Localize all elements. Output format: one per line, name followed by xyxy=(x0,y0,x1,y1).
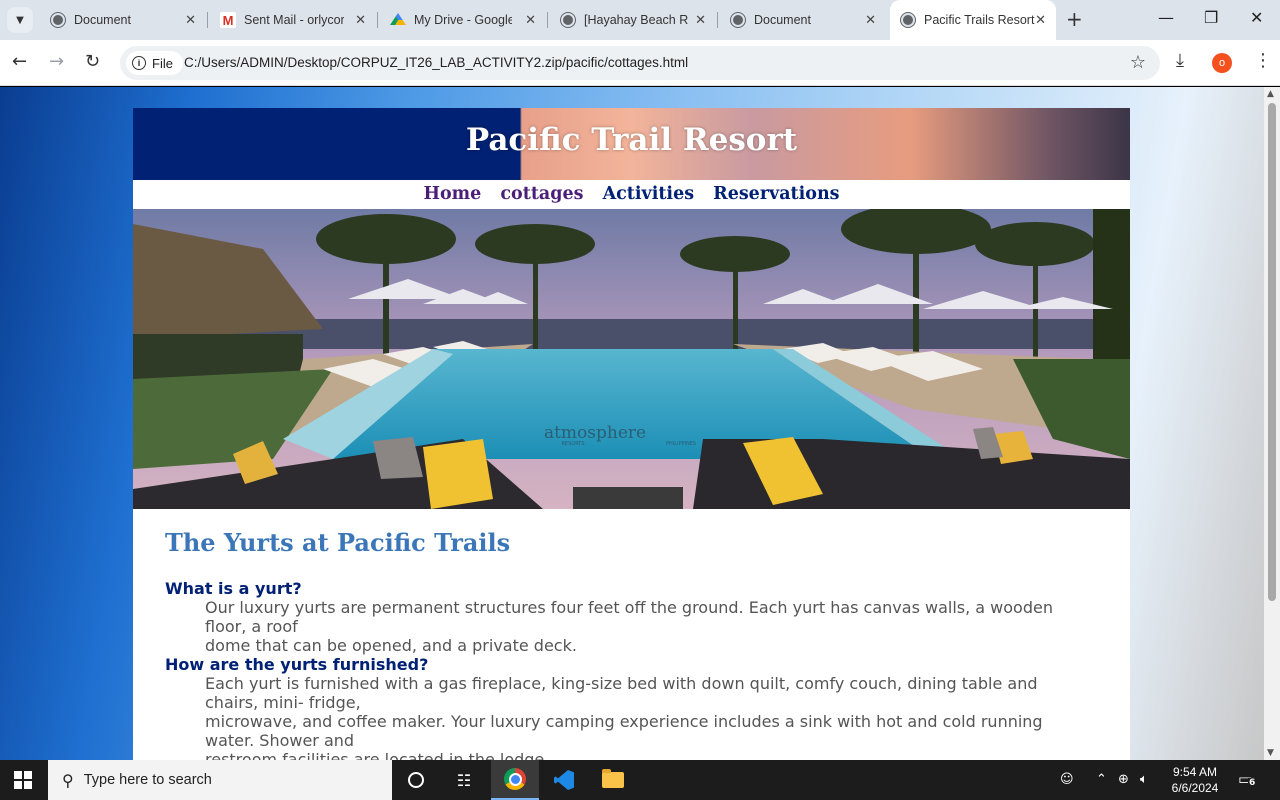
restore-button[interactable]: ❐ xyxy=(1204,8,1218,27)
windows-taskbar: ⚲ Type here to search ☷ ☺ ⌃ ⊕ 🔈︎ 9:54 AM… xyxy=(0,760,1280,800)
page-scrollbar[interactable]: ▲ ▼ xyxy=(1264,87,1280,760)
tab-divider xyxy=(377,12,378,28)
address-bar[interactable]: i File C:/Users/ADMIN/Desktop/CORPUZ_IT2… xyxy=(120,46,1160,80)
site-info-chip[interactable]: i File xyxy=(126,51,183,75)
tab-pacific-trails-active[interactable]: Pacific Trails Resort ✕ xyxy=(890,0,1056,40)
page-wrapper: Pacific Trail Resort Home cottages Activ… xyxy=(133,108,1130,760)
clock-time: 9:54 AM xyxy=(1172,765,1218,779)
cortana-icon[interactable] xyxy=(392,760,440,800)
clock-date: 6/6/2024 xyxy=(1171,781,1219,795)
bookmark-star-icon[interactable]: ☆ xyxy=(1130,52,1146,73)
tab-my-drive[interactable]: My Drive - Google Drive ✕ xyxy=(380,6,546,34)
globe-icon xyxy=(560,12,576,28)
answer-line: Our luxury yurts are permanent structure… xyxy=(205,598,1053,636)
page-heading: The Yurts at Pacific Trails xyxy=(165,528,511,557)
volume-icon[interactable]: 🔈︎ xyxy=(1140,772,1148,787)
scroll-up-arrow-icon[interactable]: ▲ xyxy=(1267,89,1274,99)
windows-start-icon[interactable] xyxy=(14,771,32,789)
forward-button[interactable]: → xyxy=(49,52,64,72)
tab-title: Pacific Trails Resort xyxy=(924,13,1035,27)
tab-sent-mail[interactable]: M Sent Mail - orlycorpuz ✕ xyxy=(210,6,376,34)
close-tab-icon[interactable]: ✕ xyxy=(865,12,876,28)
answer-line: restroom facilities are located in the l… xyxy=(205,750,550,760)
tab-title: My Drive - Google Drive xyxy=(414,13,512,27)
scroll-thumb[interactable] xyxy=(1268,103,1276,601)
answer-line: dome that can be opened, and a private d… xyxy=(205,636,577,655)
watermark-sub-left: RESORTS xyxy=(561,441,584,447)
scheme-label: File xyxy=(152,55,173,71)
tab-title: [Hayahay Beach Resort xyxy=(584,13,688,27)
google-drive-icon xyxy=(390,13,406,26)
nav-activities-link[interactable]: Activities xyxy=(603,180,695,209)
browser-toolbar: ← → ↻ i File C:/Users/ADMIN/Desktop/CORP… xyxy=(0,40,1280,86)
tab-title: Document xyxy=(754,13,811,27)
faq-list: What is a yurt? Our luxury yurts are per… xyxy=(165,579,1095,760)
task-view-icon[interactable]: ☷ xyxy=(440,760,488,800)
answer-line: Each yurt is furnished with a gas firepl… xyxy=(205,674,1038,712)
site-nav: Home cottages Activities Reservations xyxy=(133,180,1130,209)
reload-button[interactable]: ↻ xyxy=(85,52,100,72)
close-tab-icon[interactable]: ✕ xyxy=(695,12,706,28)
page-viewport: Pacific Trail Resort Home cottages Activ… xyxy=(0,87,1264,760)
gmail-icon: M xyxy=(220,12,236,28)
resort-pool-photo: atmosphere RESORTS PHILIPPINES xyxy=(133,209,1130,509)
close-tab-icon[interactable]: ✕ xyxy=(355,12,366,28)
site-header: Pacific Trail Resort xyxy=(133,108,1130,180)
main-content: The Yurts at Pacific Trails What is a yu… xyxy=(165,528,1095,760)
close-tab-icon[interactable]: ✕ xyxy=(185,12,196,28)
tab-title: Document xyxy=(74,13,131,27)
hero-image: atmosphere RESORTS PHILIPPINES xyxy=(133,209,1130,509)
notification-center-icon[interactable]: ▭ 6 xyxy=(1238,770,1257,788)
search-placeholder: Type here to search xyxy=(83,772,212,788)
taskbar-clock[interactable]: 9:54 AM 6/6/2024 xyxy=(1160,764,1230,796)
nav-cottages-link[interactable]: cottages xyxy=(500,180,583,209)
globe-icon xyxy=(730,12,746,28)
people-icon[interactable]: ☺ xyxy=(1060,772,1074,787)
vscode-taskbar-icon[interactable] xyxy=(540,760,588,800)
tab-divider xyxy=(717,12,718,28)
taskbar-search-box[interactable]: ⚲ Type here to search xyxy=(48,760,392,800)
notification-count: 6 xyxy=(1248,778,1257,788)
info-icon: i xyxy=(132,56,146,70)
tab-hayahay[interactable]: [Hayahay Beach Resort ✕ xyxy=(550,6,716,34)
network-globe-icon[interactable]: ⊕ xyxy=(1118,772,1129,787)
answer-line: microwave, and coffee maker. Your luxury… xyxy=(205,712,1043,750)
watermark-sub-right: PHILIPPINES xyxy=(666,441,696,447)
close-tab-icon[interactable]: ✕ xyxy=(1035,12,1046,28)
chrome-taskbar-icon[interactable] xyxy=(491,760,539,800)
nav-reservations-link[interactable]: Reservations xyxy=(713,180,839,209)
profile-avatar[interactable]: o xyxy=(1212,53,1232,73)
watermark-brand: atmosphere xyxy=(544,423,646,443)
close-window-button[interactable]: ✕ xyxy=(1250,8,1263,27)
close-tab-icon[interactable]: ✕ xyxy=(525,12,536,28)
menu-kebab-icon[interactable]: ⋮ xyxy=(1254,50,1272,71)
nav-home-link[interactable]: Home xyxy=(423,180,481,209)
scroll-down-arrow-icon[interactable]: ▼ xyxy=(1267,748,1274,758)
tab-divider xyxy=(207,12,208,28)
faq-question: What is a yurt? xyxy=(165,579,302,598)
tab-divider xyxy=(547,12,548,28)
minimize-button[interactable]: — xyxy=(1158,8,1174,27)
new-tab-button[interactable]: + xyxy=(1066,9,1083,29)
screen: ▼ Document ✕ M Sent Mail - orlycorpuz ✕ … xyxy=(0,0,1280,800)
search-icon: ⚲ xyxy=(62,770,74,790)
download-icon[interactable]: ⤓ xyxy=(1176,50,1184,71)
chevron-up-icon[interactable]: ⌃ xyxy=(1096,772,1107,787)
tab-document-2[interactable]: Document ✕ xyxy=(720,6,886,34)
tab-title: Sent Mail - orlycorpuz xyxy=(244,13,344,27)
faq-question: How are the yurts furnished? xyxy=(165,655,429,674)
globe-icon xyxy=(50,12,66,28)
back-button[interactable]: ← xyxy=(12,52,27,72)
tab-document-1[interactable]: Document ✕ xyxy=(40,6,206,34)
globe-icon xyxy=(900,12,916,28)
file-explorer-taskbar-icon[interactable] xyxy=(589,760,637,800)
chevron-down-icon: ▼ xyxy=(16,14,24,26)
tab-search-button[interactable]: ▼ xyxy=(7,7,33,33)
site-title: Pacific Trail Resort xyxy=(465,122,798,158)
faq-answer: Each yurt is furnished with a gas firepl… xyxy=(205,674,1095,760)
url-text[interactable]: C:/Users/ADMIN/Desktop/CORPUZ_IT26_LAB_A… xyxy=(184,55,688,70)
tab-strip: ▼ Document ✕ M Sent Mail - orlycorpuz ✕ … xyxy=(0,0,1280,40)
faq-answer: Our luxury yurts are permanent structure… xyxy=(205,598,1095,655)
